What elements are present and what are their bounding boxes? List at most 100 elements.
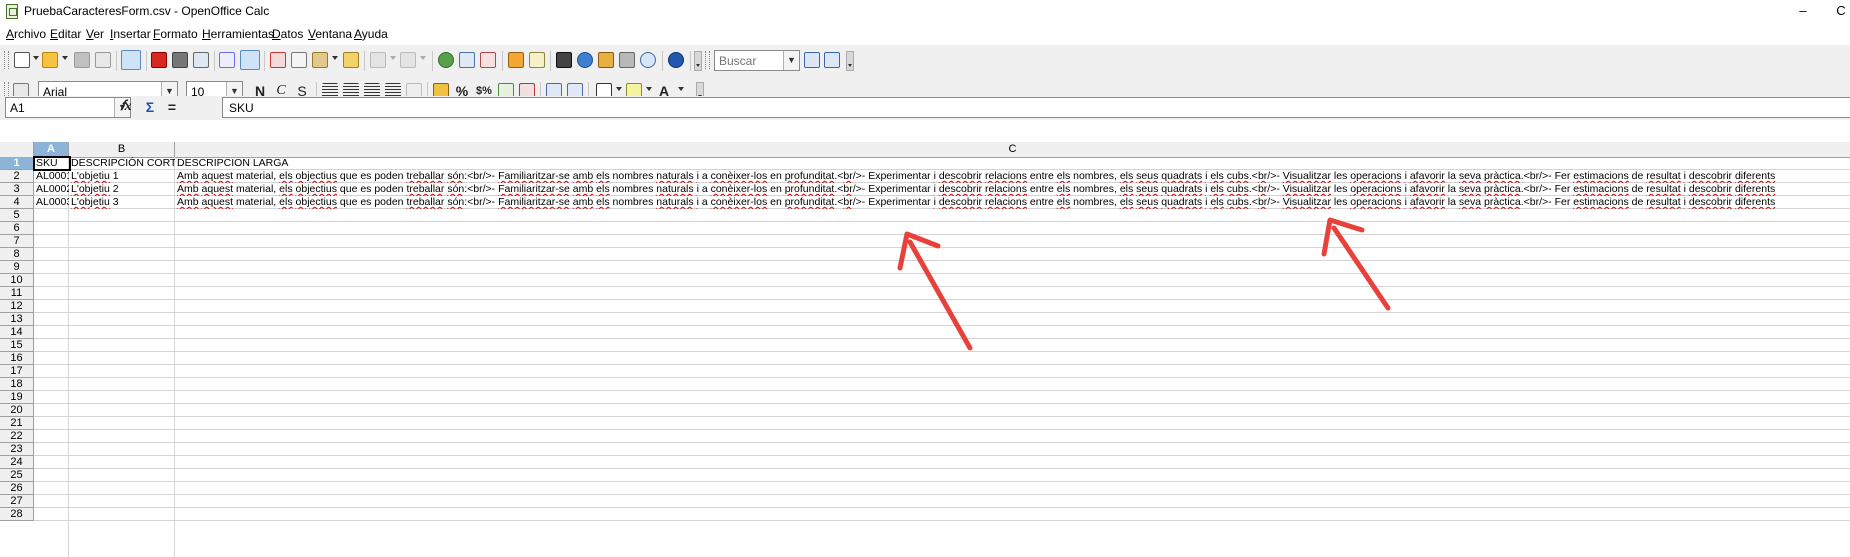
sort-descending-icon[interactable] [480, 52, 496, 68]
save-icon[interactable] [74, 52, 90, 68]
find-toolbar-more-button[interactable] [846, 51, 854, 71]
name-box[interactable]: ▼ [5, 97, 131, 118]
row-header-11[interactable]: 11 [0, 287, 34, 300]
cell-a1[interactable]: SKU [33, 156, 71, 171]
cell-a4[interactable]: AL0003 [34, 196, 69, 209]
row-header-19[interactable]: 19 [0, 391, 34, 404]
new-document-icon[interactable] [14, 52, 30, 68]
zoom-icon[interactable] [640, 52, 656, 68]
undo-icon[interactable] [370, 52, 386, 68]
cell-a3[interactable]: AL0002 [34, 183, 69, 196]
borders-dropdown-icon[interactable] [616, 87, 622, 91]
function-wizard-icon[interactable]: 𝑓x [118, 99, 134, 115]
cell-b3[interactable]: L'objetiu 2 [69, 183, 175, 196]
row-header-27[interactable]: 27 [0, 495, 34, 508]
redo-dropdown-icon[interactable] [420, 56, 426, 60]
row-header-18[interactable]: 18 [0, 378, 34, 391]
toolbar-grip[interactable] [4, 51, 9, 69]
redo-icon[interactable] [400, 52, 416, 68]
hyperlink-icon[interactable] [438, 52, 454, 68]
undo-dropdown-icon[interactable] [390, 56, 396, 60]
row-header-22[interactable]: 22 [0, 430, 34, 443]
menu-editar[interactable]: Editar [50, 27, 81, 41]
row-header-16[interactable]: 16 [0, 352, 34, 365]
cell-b4[interactable]: L'objetiu 3 [69, 196, 175, 209]
row-header-5[interactable]: 5 [0, 209, 34, 222]
autospellcheck-icon[interactable] [240, 50, 260, 70]
copy-icon[interactable] [291, 52, 307, 68]
row-header-26[interactable]: 26 [0, 482, 34, 495]
function-icon[interactable]: = [164, 99, 180, 115]
row-header-21[interactable]: 21 [0, 417, 34, 430]
row-header-10[interactable]: 10 [0, 274, 34, 287]
paste-icon[interactable] [312, 52, 328, 68]
row-header-17[interactable]: 17 [0, 365, 34, 378]
column-header-b[interactable]: B [69, 142, 175, 157]
email-icon[interactable] [95, 52, 111, 68]
column-header-a[interactable]: A [34, 142, 69, 157]
row-header-9[interactable]: 9 [0, 261, 34, 274]
data-sources-icon[interactable] [619, 52, 635, 68]
help-icon[interactable] [668, 52, 684, 68]
row-header-12[interactable]: 12 [0, 300, 34, 313]
print-icon[interactable] [172, 52, 188, 68]
cell-c4[interactable]: Amb aquest material, els objectius que e… [175, 196, 1850, 209]
minimize-button[interactable]: – [1780, 0, 1826, 24]
menu-ver[interactable]: Ver [86, 27, 104, 41]
arrow-up-icon[interactable] [824, 52, 840, 68]
row-header-28[interactable]: 28 [0, 508, 34, 521]
cell-c3[interactable]: Amb aquest material, els objectius que e… [175, 183, 1850, 196]
arrow-down-icon[interactable] [804, 52, 820, 68]
toolbar-more-button[interactable] [694, 51, 702, 71]
menu-herramientas[interactable]: Herramientas [202, 27, 274, 41]
cell-reference-input[interactable] [6, 98, 114, 117]
cell-c2[interactable]: Amb aquest material, els objectius que e… [175, 170, 1850, 183]
menu-insertar[interactable]: Insertar [110, 27, 151, 41]
row-header-6[interactable]: 6 [0, 222, 34, 235]
cell-b1[interactable]: DESCRIPCIÓN CORTA [69, 157, 175, 170]
navigator-icon[interactable] [577, 52, 593, 68]
find-replace-icon[interactable] [556, 52, 572, 68]
row-header-24[interactable]: 24 [0, 456, 34, 469]
row-header-23[interactable]: 23 [0, 443, 34, 456]
menu-ayuda[interactable]: Ayuda [354, 27, 388, 41]
row-header-3[interactable]: 3 [0, 183, 34, 196]
chart-icon[interactable] [508, 52, 524, 68]
find-toolbar-grip[interactable] [705, 51, 710, 69]
formula-input[interactable]: SKU [222, 97, 1850, 118]
print-preview-icon[interactable] [193, 52, 209, 68]
row-header-13[interactable]: 13 [0, 313, 34, 326]
background-dropdown-icon[interactable] [646, 87, 652, 91]
search-input[interactable] [715, 51, 785, 70]
menu-archivo[interactable]: Archivo [6, 27, 46, 41]
select-all-corner[interactable] [0, 142, 34, 157]
export-pdf-icon[interactable] [151, 52, 167, 68]
sort-ascending-icon[interactable] [459, 52, 475, 68]
row-header-4[interactable]: 4 [0, 196, 34, 209]
paste-dropdown-icon[interactable] [332, 56, 338, 60]
cell-a2[interactable]: AL0001 [34, 170, 69, 183]
edit-mode-icon[interactable] [121, 50, 141, 70]
chevron-down-icon[interactable]: ▼ [783, 51, 799, 70]
clone-format-icon[interactable] [343, 52, 359, 68]
row-header-7[interactable]: 7 [0, 235, 34, 248]
cell-b2[interactable]: L'objetiu 1 [69, 170, 175, 183]
gallery-icon[interactable] [598, 52, 614, 68]
sum-icon[interactable]: Σ [142, 99, 158, 115]
row-header-2[interactable]: 2 [0, 170, 34, 183]
open-dropdown-icon[interactable] [62, 56, 68, 60]
row-header-14[interactable]: 14 [0, 326, 34, 339]
maximize-button[interactable]: C [1826, 0, 1850, 24]
row-header-8[interactable]: 8 [0, 248, 34, 261]
spellcheck-icon[interactable] [219, 52, 235, 68]
font-color-dropdown-icon[interactable] [678, 87, 684, 91]
row-header-20[interactable]: 20 [0, 404, 34, 417]
menu-formato[interactable]: Formato [153, 27, 198, 41]
menu-datos[interactable]: Datos [272, 27, 303, 41]
cell-c1[interactable]: DESCRIPCION LARGA [175, 157, 775, 170]
new-dropdown-icon[interactable] [33, 56, 39, 60]
menu-ventana[interactable]: Ventana [308, 27, 352, 41]
column-header-c[interactable]: C [175, 142, 1850, 157]
row-header-25[interactable]: 25 [0, 469, 34, 482]
row-header-1[interactable]: 1 [0, 157, 34, 170]
